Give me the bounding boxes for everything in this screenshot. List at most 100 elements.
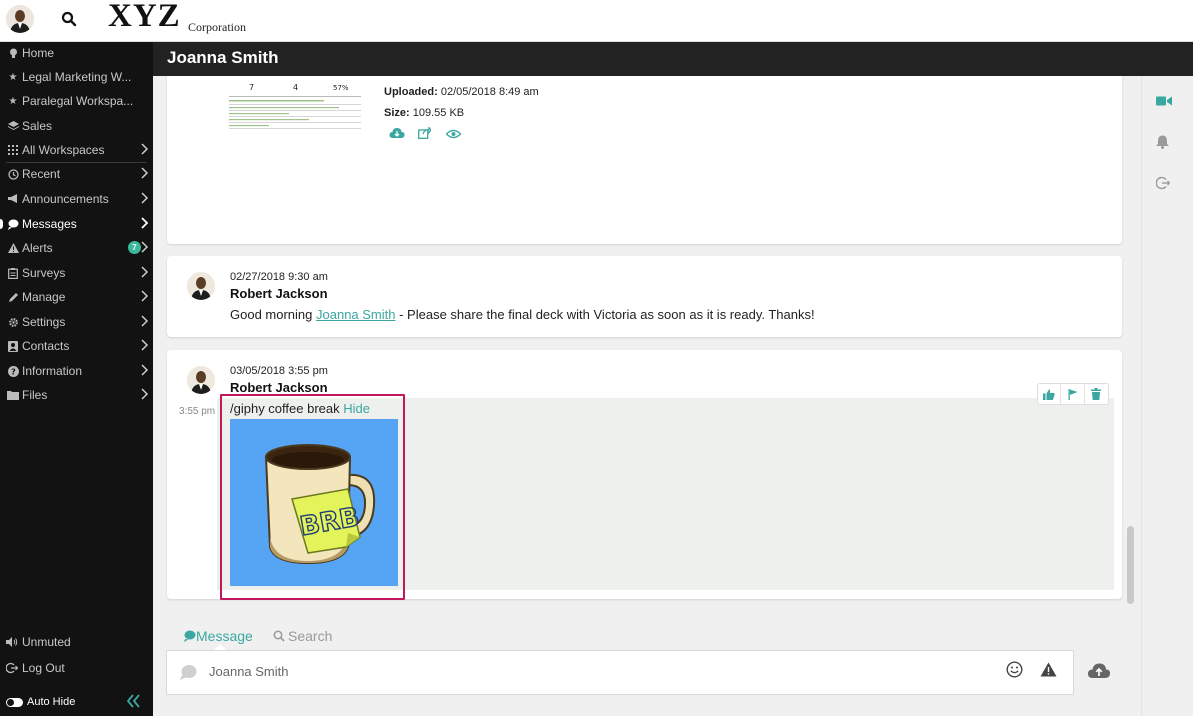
file-message-card: 7 4 57% Uploaded: 02/05/2018 8:49 am Siz… (167, 76, 1122, 244)
sidebar-item-all-workspaces[interactable]: All Workspaces (0, 139, 153, 161)
tab-message[interactable]: Message (183, 628, 253, 644)
file-thumbnail[interactable]: 7 4 57% (229, 76, 364, 129)
avatar[interactable] (187, 272, 215, 300)
unmuted-label: Unmuted (22, 635, 71, 649)
lightbulb-icon (7, 47, 19, 59)
sidebar-item-label: Sales (22, 119, 53, 133)
flag-button[interactable] (1061, 384, 1085, 404)
emoji-icon[interactable] (1006, 661, 1023, 683)
message-text: - Please share the final deck with Victo… (395, 307, 815, 322)
chevron-right-icon (141, 192, 149, 204)
thumb-value-3: 57% (333, 84, 349, 92)
chat-icon (7, 218, 19, 230)
conversation-title-bar: Joanna Smith (153, 42, 1193, 76)
size-label: Size: (384, 107, 410, 119)
star-icon: ★ (8, 95, 18, 107)
chevron-right-icon (141, 388, 149, 400)
sidebar-item-label: Settings (22, 315, 66, 329)
sidebar-item-label: Manage (22, 290, 66, 304)
sidebar-item-alerts[interactable]: Alerts 7 (0, 237, 153, 259)
leave-conversation-icon[interactable] (1155, 176, 1172, 192)
sidebar-item-label: Recent (22, 167, 61, 181)
file-size: Size: 109.55 KB (384, 107, 464, 119)
unmuted-toggle[interactable]: Unmuted (0, 632, 153, 652)
collapse-sidebar-icon[interactable] (126, 694, 140, 711)
chat-bubble-icon (179, 664, 197, 686)
selection-highlight (220, 394, 405, 600)
sidebar-item-manage[interactable]: Manage (0, 286, 153, 308)
delete-button[interactable] (1085, 384, 1108, 404)
sidebar-item-label: All Workspaces (22, 143, 105, 157)
user-avatar[interactable] (6, 5, 34, 33)
chevron-right-icon (141, 290, 149, 302)
share-icon[interactable] (418, 125, 434, 140)
layers-icon (7, 120, 19, 132)
sidebar-item-files[interactable]: Files (0, 384, 153, 406)
clock-icon (7, 168, 19, 180)
trash-icon (1091, 388, 1102, 400)
top-header: XYZ Corporation (0, 0, 1193, 42)
chevron-right-icon (141, 266, 149, 278)
sidebar-item-information[interactable]: ? Information (0, 360, 153, 382)
sidebar-item-home[interactable]: Home (0, 42, 153, 64)
sidebar-item-label: Legal Marketing W... (22, 70, 132, 84)
message-author[interactable]: Robert Jackson (230, 380, 328, 395)
sidebar-item-label: Information (22, 364, 83, 378)
alerts-count-badge: 7 (128, 241, 141, 254)
video-call-icon[interactable] (1156, 94, 1172, 110)
uploaded-label: Uploaded: (384, 86, 438, 98)
tab-message-label: Message (196, 628, 253, 644)
grid-icon (7, 144, 19, 156)
cloud-download-icon[interactable] (389, 126, 405, 140)
message-feed: 7 4 57% Uploaded: 02/05/2018 8:49 am Siz… (153, 76, 1141, 716)
folder-icon (7, 389, 19, 401)
tab-search-label: Search (288, 628, 333, 644)
message-card: 02/27/2018 9:30 am Robert Jackson Good m… (167, 256, 1122, 337)
message-actions (1037, 383, 1109, 405)
chevron-right-icon (141, 167, 149, 179)
message-input[interactable] (209, 664, 969, 679)
cloud-upload-icon[interactable] (1087, 662, 1111, 680)
message-text: Good morning (230, 307, 316, 322)
sidebar-item-label: Surveys (22, 266, 66, 280)
message-card: 03/05/2018 3:55 pm Robert Jackson 3:55 p… (167, 350, 1122, 600)
search-icon[interactable] (60, 10, 78, 28)
sidebar-item-messages[interactable]: Messages (0, 213, 153, 235)
sidebar-item-announcements[interactable]: Announcements (0, 188, 153, 210)
thumb-value-2: 4 (293, 83, 298, 92)
conversation-title: Joanna Smith (167, 48, 279, 67)
eye-icon[interactable] (445, 126, 462, 140)
warning-icon (7, 242, 19, 254)
warning-icon[interactable] (1040, 662, 1057, 682)
message-body: Good morning Joanna Smith - Please share… (230, 307, 815, 322)
uploaded-value: 02/05/2018 8:49 am (440, 86, 539, 98)
avatar[interactable] (187, 366, 215, 394)
tab-search[interactable]: Search (273, 628, 332, 644)
sidebar-item-legal-marketing[interactable]: ★ Legal Marketing W... (0, 66, 153, 88)
auto-hide-toggle[interactable]: Auto Hide (0, 692, 153, 712)
app-window: XYZ Corporation Home ★ Legal Marketing W… (0, 0, 1193, 716)
sidebar-item-contacts[interactable]: Contacts (0, 335, 153, 357)
logout-label: Log Out (22, 661, 65, 675)
bell-icon[interactable] (1156, 135, 1172, 151)
feed-scrollbar[interactable] (1127, 526, 1134, 604)
sidebar-item-label: Files (22, 388, 48, 402)
chevron-right-icon (141, 241, 149, 253)
toggle-switch[interactable] (6, 697, 23, 707)
right-rail (1141, 76, 1193, 716)
sidebar-item-sales[interactable]: Sales (0, 115, 153, 137)
sidebar-item-surveys[interactable]: Surveys (0, 262, 153, 284)
file-uploaded: Uploaded: 02/05/2018 8:49 am (384, 86, 539, 98)
sidebar-item-label: Contacts (22, 339, 70, 353)
sidebar-item-recent[interactable]: Recent (0, 163, 153, 185)
message-author[interactable]: Robert Jackson (230, 286, 328, 301)
logout-button[interactable]: Log Out (0, 658, 153, 678)
sidebar-item-settings[interactable]: Settings (0, 311, 153, 333)
search-icon (273, 630, 285, 642)
flag-icon (1068, 388, 1078, 400)
mention-link[interactable]: Joanna Smith (316, 307, 396, 322)
sidebar-item-label: Messages (22, 217, 77, 231)
sidebar-item-paralegal[interactable]: ★ Paralegal Workspa... (0, 90, 153, 112)
like-button[interactable] (1038, 384, 1062, 404)
logo-main-text: XYZ (108, 0, 181, 34)
